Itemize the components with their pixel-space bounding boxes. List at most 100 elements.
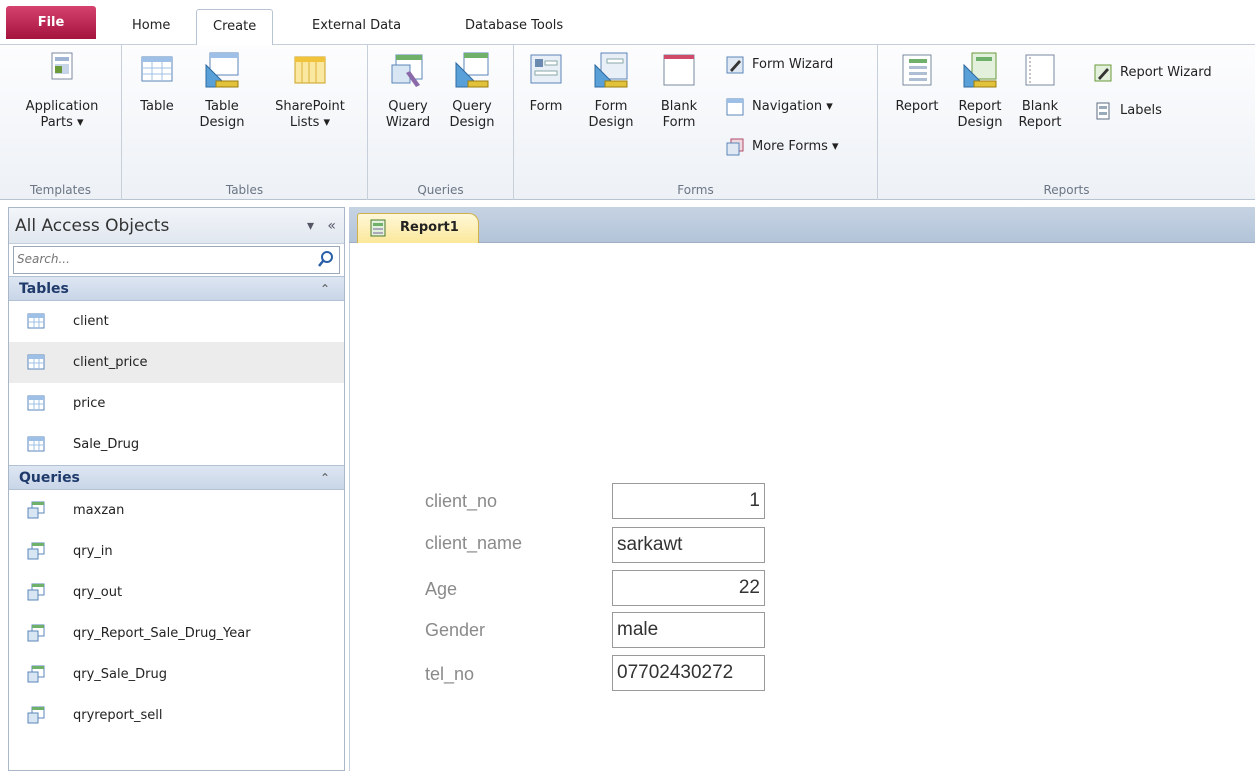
nav-pane-header[interactable]: All Access Objects ▾ « xyxy=(9,208,344,244)
nav-search-box xyxy=(13,246,340,274)
more-forms-icon xyxy=(726,138,744,156)
blank-form-button[interactable]: Blank Form xyxy=(654,51,704,131)
group-queries: Query Wizard Query Design Queries xyxy=(368,45,514,200)
nav-item-label: client_price xyxy=(73,355,148,370)
nav-menu-dropdown-icon[interactable]: ▾ xyxy=(307,218,314,234)
search-icon[interactable] xyxy=(317,250,335,268)
group-forms: Form Form Design Blank Form Form Wizard xyxy=(514,45,878,200)
blank-form-label-1: Blank xyxy=(660,99,698,114)
tab-external-data[interactable]: External Data xyxy=(296,9,417,45)
group-label-tables: Tables xyxy=(225,183,264,197)
collapse-section-icon[interactable]: ⌃ xyxy=(320,466,330,491)
nav-section-tables[interactable]: Tables ⌃ xyxy=(9,276,344,301)
nav-item-query-qry-in[interactable]: qry_in xyxy=(9,531,344,572)
nav-item-label: maxzan xyxy=(73,503,125,518)
sharepoint-lists-label-1: SharePoint xyxy=(275,99,345,114)
nav-item-query-qryreport-sell[interactable]: qryreport_sell xyxy=(9,695,344,736)
nav-section-queries[interactable]: Queries ⌃ xyxy=(9,465,344,490)
table-icon xyxy=(141,56,173,82)
query-design-label-2: Design xyxy=(449,115,495,130)
application-parts-label-2: Parts ▾ xyxy=(40,115,84,130)
query-icon xyxy=(27,665,45,683)
nav-search-input[interactable] xyxy=(14,247,304,271)
field-value-tel-no[interactable]: 07702430272 xyxy=(612,655,765,691)
field-value-client-no[interactable]: 1 xyxy=(612,483,765,519)
shutter-bar-collapse-icon[interactable]: « xyxy=(327,218,336,234)
form-design-label-2: Design xyxy=(588,115,634,130)
field-value-client-name[interactable]: sarkawt xyxy=(612,527,765,563)
form-label: Form xyxy=(529,99,563,114)
tab-create[interactable]: Create xyxy=(196,9,274,46)
form-design-button[interactable]: Form Design xyxy=(586,51,636,131)
navigation-button[interactable]: Navigation ▾ xyxy=(726,97,833,117)
table-design-icon xyxy=(205,52,239,88)
document-tab-strip: Report1 xyxy=(349,207,1255,243)
document-tab-report1[interactable]: Report1 xyxy=(357,213,479,243)
nav-item-query-sale-drug[interactable]: qry_Sale_Drug xyxy=(9,654,344,695)
document-tab-label: Report1 xyxy=(400,220,459,235)
labels-button[interactable]: Labels xyxy=(1094,101,1162,121)
query-wizard-button[interactable]: Query Wizard xyxy=(380,51,436,131)
field-value-age[interactable]: 22 xyxy=(612,570,765,606)
nav-item-label: Sale_Drug xyxy=(73,437,140,452)
nav-item-query-report-sale-drug-year[interactable]: qry_Report_Sale_Drug_Year xyxy=(9,613,344,654)
nav-item-label: qry_Sale_Drug xyxy=(73,667,167,682)
nav-item-table-sale-drug[interactable]: Sale_Drug xyxy=(9,424,344,465)
field-label-gender: Gender xyxy=(425,620,486,640)
report-design-button[interactable]: Report Design xyxy=(952,51,1008,131)
nav-section-tables-label: Tables xyxy=(19,281,69,297)
report-button[interactable]: Report xyxy=(892,51,942,115)
query-wizard-label-2: Wizard xyxy=(385,115,431,130)
nav-item-label: client xyxy=(73,314,109,329)
blank-form-icon xyxy=(663,54,695,86)
form-wizard-button[interactable]: Form Wizard xyxy=(726,55,833,75)
tab-file[interactable]: File xyxy=(6,6,96,39)
field-value-gender[interactable]: male xyxy=(612,612,765,648)
nav-item-query-maxzan[interactable]: maxzan xyxy=(9,490,344,531)
group-label-forms: Forms xyxy=(677,183,714,197)
sharepoint-lists-button[interactable]: SharePoint Lists ▾ xyxy=(262,51,358,131)
ribbon-tab-bar: File Home Create External Data Database … xyxy=(0,0,1255,46)
field-label-tel-no: tel_no xyxy=(425,664,475,684)
report-wizard-label: Report Wizard xyxy=(1120,65,1212,80)
application-parts-label-1: Application xyxy=(25,99,99,114)
nav-item-label: qry_Report_Sale_Drug_Year xyxy=(73,626,251,641)
tab-home[interactable]: Home xyxy=(116,9,186,45)
nav-pane-title: All Access Objects xyxy=(15,216,170,236)
nav-item-table-client[interactable]: client xyxy=(9,301,344,342)
table-icon xyxy=(27,436,45,452)
blank-report-button[interactable]: Blank Report xyxy=(1012,51,1068,131)
report-wizard-button[interactable]: Report Wizard xyxy=(1094,63,1212,83)
report-design-label-2: Design xyxy=(957,115,1003,130)
report-design-label-1: Report xyxy=(958,99,1002,114)
group-label-templates: Templates xyxy=(29,183,91,197)
table-label: Table xyxy=(140,99,174,114)
query-wizard-icon xyxy=(391,54,423,87)
query-design-button[interactable]: Query Design xyxy=(444,51,500,131)
table-button[interactable]: Table xyxy=(136,51,178,115)
report-icon xyxy=(370,219,386,237)
table-design-button[interactable]: Table Design xyxy=(196,51,248,131)
nav-item-label: price xyxy=(73,396,106,411)
nav-item-table-client-price[interactable]: client_price xyxy=(9,342,344,383)
query-icon xyxy=(27,624,45,642)
table-icon xyxy=(27,354,45,370)
more-forms-button[interactable]: More Forms ▾ xyxy=(726,137,839,157)
form-button[interactable]: Form xyxy=(526,51,566,115)
nav-item-query-qry-out[interactable]: qry_out xyxy=(9,572,344,613)
query-design-icon xyxy=(455,52,489,88)
query-icon xyxy=(27,706,45,724)
application-parts-button[interactable]: Application Parts ▾ xyxy=(14,51,110,131)
group-label-queries: Queries xyxy=(417,183,464,197)
sharepoint-lists-label-2: Lists ▾ xyxy=(289,115,331,130)
group-templates: Application Parts ▾ Templates xyxy=(0,45,122,200)
blank-report-label-1: Blank xyxy=(1021,99,1059,114)
collapse-section-icon[interactable]: ⌃ xyxy=(320,277,330,302)
query-icon xyxy=(27,542,45,560)
form-design-label-1: Form xyxy=(594,99,628,114)
report-label: Report xyxy=(895,99,939,114)
nav-item-label: qryreport_sell xyxy=(73,708,163,723)
form-wizard-icon xyxy=(726,56,744,74)
nav-item-table-price[interactable]: price xyxy=(9,383,344,424)
tab-database-tools[interactable]: Database Tools xyxy=(449,9,579,45)
